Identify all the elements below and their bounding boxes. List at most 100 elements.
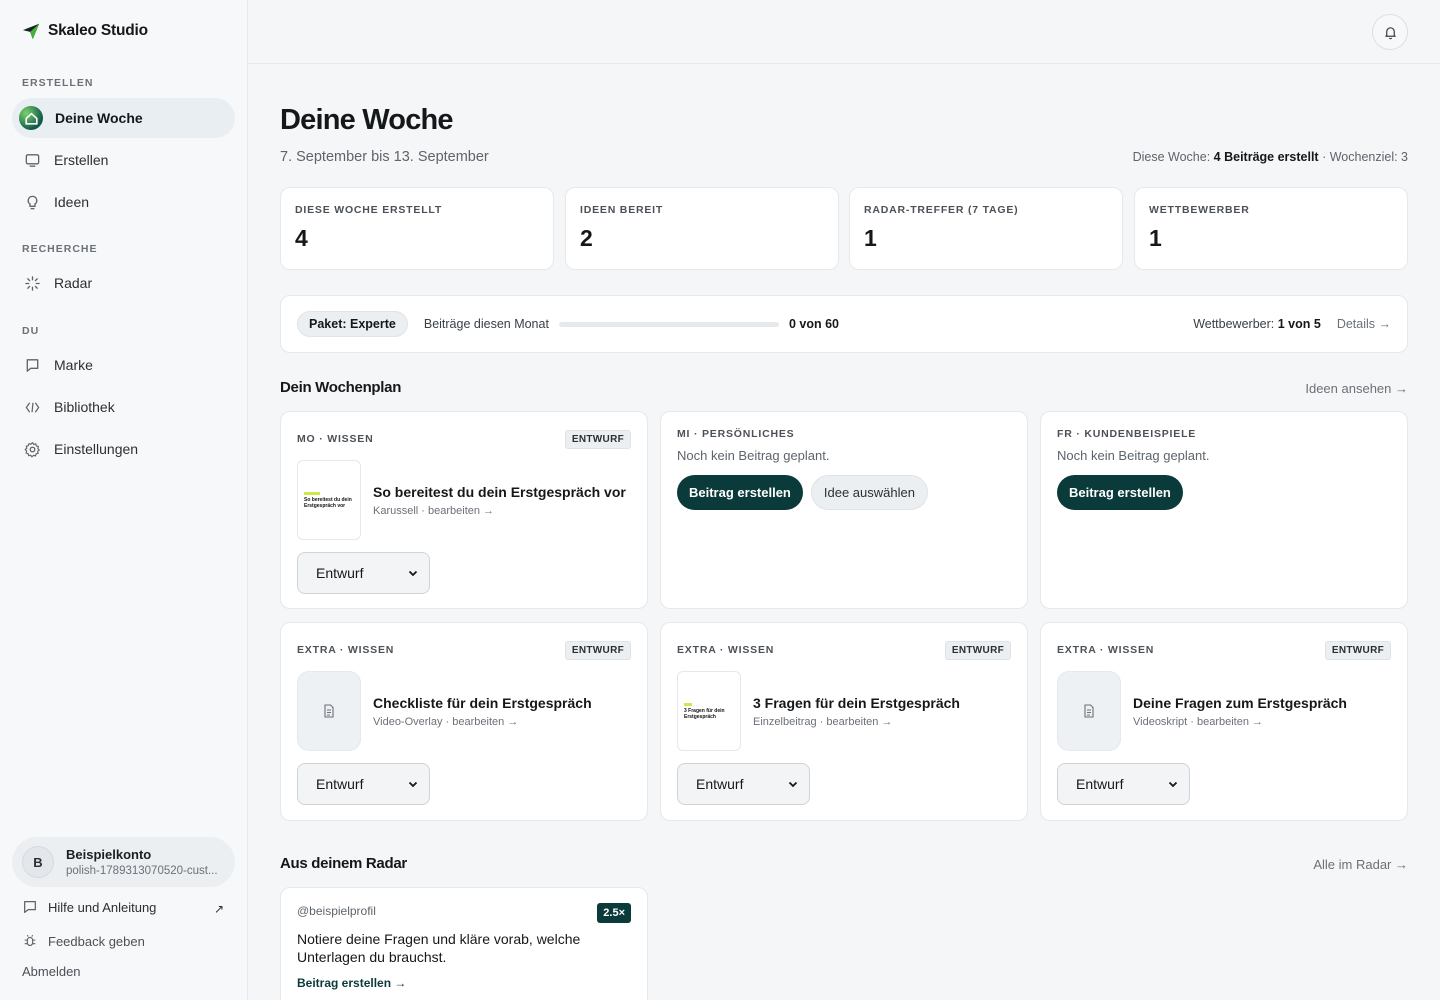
sidebar-item-erstellen[interactable]: Erstellen xyxy=(12,140,235,180)
sidebar-item-label: Einstellungen xyxy=(54,441,139,457)
card-tag: MO · WISSEN xyxy=(297,433,374,445)
post-item[interactable]: Deine Fragen zum Erstgespräch Videoskrip… xyxy=(1057,671,1391,751)
posts-label: Beiträge diesen Monat xyxy=(423,317,549,331)
gear-icon xyxy=(22,439,42,459)
sidebar-item-einstellungen[interactable]: Einstellungen xyxy=(12,429,235,469)
stat-radar: RADAR-TREFFER (7 TAGE) 1 xyxy=(849,187,1123,270)
chevron-down-icon xyxy=(788,781,798,788)
sidebar-item-ideen[interactable]: Ideen xyxy=(12,182,235,222)
paper-plane-icon xyxy=(22,23,40,40)
status-select[interactable]: Entwurf xyxy=(1057,763,1190,805)
plan-card-fr: FR · KUNDENBEISPIELE Noch kein Beitrag g… xyxy=(1040,411,1408,609)
post-title: Checkliste für dein Erstgespräch xyxy=(373,694,592,711)
sidebar-item-deine-woche[interactable]: Deine Woche xyxy=(12,98,235,138)
sidebar-item-marke[interactable]: Marke xyxy=(12,345,235,385)
post-title: So bereitest du dein Erstgespräch vor xyxy=(373,483,626,500)
choose-idea-button[interactable]: Idee auswählen xyxy=(810,475,928,510)
radar-handle[interactable]: @beispielprofil xyxy=(297,904,631,918)
summary-count: 4 Beiträge erstellt xyxy=(1213,150,1319,164)
radar-create-post-link[interactable]: Beitrag erstellen → xyxy=(297,976,631,990)
stat-value: 1 xyxy=(864,225,877,251)
radar-icon xyxy=(22,273,42,293)
sidebar-item-label: Ideen xyxy=(54,194,90,210)
radar-title: Aus deinem Radar xyxy=(280,855,407,872)
post-meta[interactable]: Video-Overlay · bearbeiten → xyxy=(373,716,592,728)
bell-icon xyxy=(1384,26,1396,39)
status-value: Entwurf xyxy=(316,776,364,792)
post-meta[interactable]: Einzelbeitrag · bearbeiten → xyxy=(753,716,960,728)
help-label: Hilfe und Anleitung xyxy=(48,899,157,915)
sidebar-item-bibliothek[interactable]: Bibliothek xyxy=(12,387,235,427)
status-select[interactable]: Entwurf xyxy=(677,763,810,805)
stat-value: 1 xyxy=(1149,225,1162,251)
posts-progress xyxy=(558,321,779,327)
flag-icon xyxy=(22,355,42,375)
card-tag: FR · KUNDENBEISPIELE xyxy=(1057,428,1197,440)
stat-created: DIESE WOCHE ERSTELLT 4 xyxy=(280,187,554,270)
week-summary: Diese Woche: 4 Beiträge erstellt · Woche… xyxy=(1133,150,1408,164)
create-post-button[interactable]: Beitrag erstellen xyxy=(677,475,803,510)
chevron-down-icon xyxy=(1168,781,1178,788)
feedback-label: Feedback geben xyxy=(48,933,145,949)
document-icon xyxy=(1084,704,1094,718)
home-icon xyxy=(19,106,43,130)
plan-card-extra-1: EXTRA · WISSEN ENTWURF Checkliste für de… xyxy=(280,622,648,821)
stat-competitors: WETTBEWERBER 1 xyxy=(1134,187,1408,270)
account-name: Beispielkonto xyxy=(66,847,152,862)
post-item[interactable]: So bereitest du dein Erstgespräch vor So… xyxy=(297,460,631,540)
post-meta[interactable]: Videoskript · bearbeiten → xyxy=(1133,716,1347,728)
posts-count: 0 von 60 xyxy=(788,317,839,331)
logout-link[interactable]: Abmelden xyxy=(22,964,81,979)
radar-card: @beispielprofil 2.5× Notiere deine Frage… xyxy=(280,887,648,1000)
empty-state-text: Noch kein Beitrag geplant. xyxy=(1057,448,1210,463)
plan-card-mo: MO · WISSEN ENTWURF So bereitest du dein… xyxy=(280,411,648,609)
thumbnail-text: So bereitest du dein Erstgespräch vor xyxy=(304,496,352,509)
help-link[interactable]: Hilfe und Anleitung xyxy=(22,899,156,915)
stat-ideas: IDEEN BEREIT 2 xyxy=(565,187,839,270)
monitor-icon xyxy=(22,150,42,170)
sidebar-item-radar[interactable]: Radar xyxy=(12,263,235,303)
plan-card-extra-2: EXTRA · WISSEN ENTWURF 3 Fragen für dein… xyxy=(660,622,1028,821)
external-link-icon: ↗ xyxy=(214,902,225,916)
post-thumbnail xyxy=(1057,671,1121,751)
empty-state-text: Noch kein Beitrag geplant. xyxy=(677,448,830,463)
post-title: Deine Fragen zum Erstgespräch xyxy=(1133,694,1347,711)
status-select[interactable]: Entwurf xyxy=(297,552,430,594)
notifications-button[interactable] xyxy=(1372,14,1408,50)
status-select[interactable]: Entwurf xyxy=(297,763,430,805)
sidebar: Skaleo Studio ERSTELLEN Deine Woche Erst… xyxy=(0,0,248,1000)
card-tag: EXTRA · WISSEN xyxy=(297,644,395,656)
document-icon xyxy=(324,704,334,718)
post-thumbnail: 3 Fragen für dein Erstgespräch xyxy=(677,671,741,751)
feedback-link[interactable]: Feedback geben xyxy=(22,933,145,949)
package-badge: Paket: Experte xyxy=(297,311,408,337)
radar-post-text: Notiere deine Fragen und kläre vorab, we… xyxy=(297,931,581,966)
top-bar xyxy=(248,0,1440,64)
status-badge: ENTWURF xyxy=(564,429,631,449)
competitors-usage: Wettbewerber: 1 von 5 xyxy=(1193,317,1321,331)
code-icon xyxy=(22,397,42,417)
create-post-button[interactable]: Beitrag erstellen xyxy=(1057,475,1183,510)
competitors-label: Wettbewerber: xyxy=(1193,317,1275,331)
summary-goal: · Wochenziel: 3 xyxy=(1322,150,1408,164)
stat-label: DIESE WOCHE ERSTELLT xyxy=(295,204,443,216)
thumbnail-text: 3 Fragen für dein Erstgespräch xyxy=(684,707,725,720)
account-switcher[interactable]: B Beispielkonto polish-1789313070520-cus… xyxy=(12,837,235,887)
sidebar-item-label: Deine Woche xyxy=(55,110,143,126)
sidebar-item-label: Bibliothek xyxy=(54,399,115,415)
brand-logo[interactable]: Skaleo Studio xyxy=(22,22,148,40)
post-item[interactable]: 3 Fragen für dein Erstgespräch 3 Fragen … xyxy=(677,671,1011,751)
date-range: 7. September bis 13. September xyxy=(280,149,489,165)
stat-label: RADAR-TREFFER (7 TAGE) xyxy=(864,204,1019,216)
plan-card-extra-3: EXTRA · WISSEN ENTWURF Deine Fragen zum … xyxy=(1040,622,1408,821)
post-item[interactable]: Checkliste für dein Erstgespräch Video-O… xyxy=(297,671,631,751)
plan-usage-bar: Paket: Experte Beiträge diesen Monat 0 v… xyxy=(280,295,1408,353)
radar-all-link[interactable]: Alle im Radar → xyxy=(1313,857,1408,872)
post-meta[interactable]: Karussell · bearbeiten → xyxy=(373,505,626,517)
ideas-link[interactable]: Ideen ansehen → xyxy=(1305,381,1408,396)
status-value: Entwurf xyxy=(316,565,364,581)
sidebar-item-label: Erstellen xyxy=(54,152,109,168)
details-link[interactable]: Details → xyxy=(1337,317,1391,331)
stat-label: WETTBEWERBER xyxy=(1149,204,1250,216)
section-label-you: DU xyxy=(22,325,40,337)
